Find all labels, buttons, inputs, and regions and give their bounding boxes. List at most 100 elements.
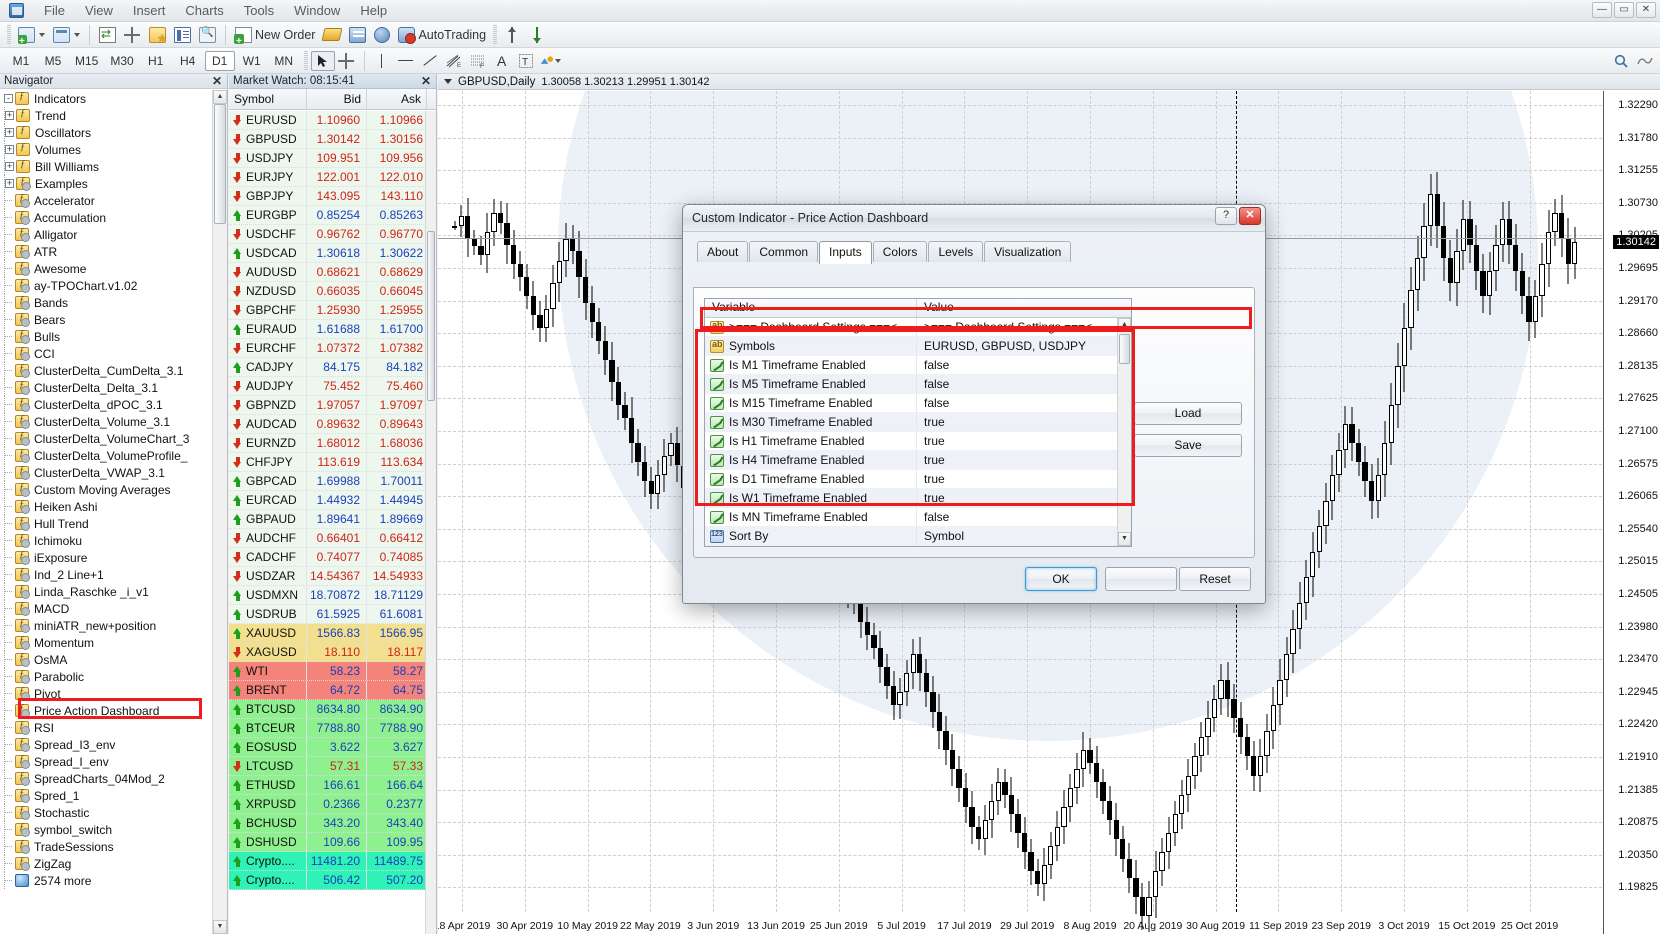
reset-button[interactable]: Reset	[1179, 567, 1251, 591]
grid-scroll-down-arrow[interactable]: ▼	[1118, 532, 1131, 546]
input-row[interactable]: >=== Dashboard Settings ===< >=== Dashboa…	[705, 318, 1117, 337]
strategy-tester-button[interactable]	[195, 24, 220, 46]
mql5-community-button[interactable]	[370, 24, 394, 46]
menu-item-help[interactable]: Help	[350, 1, 397, 20]
navigator-item[interactable]: Ind_2 Line+1	[0, 566, 227, 583]
value-cell[interactable]: true	[917, 434, 1117, 448]
navigator-scrollbar[interactable]: ▲ ▼	[212, 90, 227, 934]
navigator-item[interactable]: ClusterDelta_VolumeChart_3	[0, 430, 227, 447]
navigator-button[interactable]	[145, 24, 170, 46]
dialog-tab-inputs[interactable]: Inputs	[819, 241, 872, 264]
navigator-item[interactable]: Alligator	[0, 226, 227, 243]
market-watch-row[interactable]: Crypto.... 506.42 507.20	[229, 871, 436, 890]
market-watch-row[interactable]: CADCHF 0.74077 0.74085	[229, 548, 436, 567]
dialog-tab-common[interactable]: Common	[749, 241, 819, 262]
value-cell[interactable]: true	[917, 472, 1117, 486]
navigator-item[interactable]: Momentum	[0, 634, 227, 651]
market-watch-row[interactable]: EURNZD 1.68012 1.68036	[229, 434, 436, 453]
market-watch-row[interactable]: EURUSD 1.10960 1.10966	[229, 111, 436, 130]
navigator-item[interactable]: ClusterDelta_VolumeProfile_	[0, 447, 227, 464]
tree-expander[interactable]: +	[5, 128, 14, 137]
value-cell[interactable]: false	[917, 510, 1117, 524]
vertical-line-tool[interactable]	[370, 51, 394, 71]
navigator-item[interactable]: Pivot	[0, 685, 227, 702]
price-axis[interactable]	[1603, 91, 1660, 934]
navigator-item[interactable]: + Volumes	[0, 141, 227, 158]
save-button[interactable]: Save	[1134, 434, 1242, 457]
new-chart-button[interactable]	[14, 24, 49, 47]
market-watch-row[interactable]: XAUUSD 1566.83 1566.95	[229, 624, 436, 643]
market-watch-row[interactable]: BTCUSD 8634.80 8634.90	[229, 700, 436, 719]
zoom-out-button[interactable]	[525, 24, 550, 46]
input-row[interactable]: Is H1 Timeframe Enabled true	[705, 432, 1117, 451]
dialog-tab-colors[interactable]: Colors	[872, 241, 928, 262]
market-watch-close-icon[interactable]: ✕	[421, 74, 431, 88]
navigator-item[interactable]: ay-TPOChart.v1.02	[0, 277, 227, 294]
dialog-help-button[interactable]: ?	[1215, 207, 1237, 225]
menu-item-view[interactable]: View	[75, 1, 123, 20]
new-order-button[interactable]: New Order	[231, 24, 319, 47]
market-watch-row[interactable]: BRENT 64.72 64.75	[229, 681, 436, 700]
market-watch-row[interactable]: EURJPY 122.001 122.010	[229, 168, 436, 187]
market-watch-row[interactable]: GBPJPY 143.095 143.110	[229, 187, 436, 206]
expert-advisors-button[interactable]	[345, 24, 370, 46]
navigator-item[interactable]: ClusterDelta_VWAP_3.1	[0, 464, 227, 481]
timeframe-h1[interactable]: H1	[141, 51, 171, 71]
menu-item-window[interactable]: Window	[284, 1, 350, 20]
market-watch-row[interactable]: BTCEUR 7788.80 7788.90	[229, 719, 436, 738]
market-watch-row[interactable]: BCHUSD 343.20 343.40	[229, 814, 436, 833]
chevron-down-icon[interactable]	[554, 58, 561, 63]
navigator-item[interactable]: Price Action Dashboard	[0, 702, 227, 719]
market-watch-row[interactable]: DSHUSD 109.66 109.95	[229, 833, 436, 852]
grid-scroll-thumb[interactable]	[1119, 334, 1130, 364]
market-watch-row[interactable]: ETHUSD 166.61 166.64	[229, 776, 436, 795]
scroll-up-arrow[interactable]: ▲	[213, 90, 227, 104]
column-header-variable[interactable]: Variable	[705, 299, 917, 317]
tree-expander[interactable]: +	[5, 145, 14, 154]
value-cell[interactable]: false	[917, 377, 1117, 391]
timeframe-m30[interactable]: M30	[105, 51, 138, 71]
navigator-item[interactable]: CCI	[0, 345, 227, 362]
market-watch-row[interactable]: USDCHF 0.96762 0.96770	[229, 225, 436, 244]
market-watch-row[interactable]: AUDCAD 0.89632 0.89643	[229, 415, 436, 434]
market-watch-row[interactable]: NZDUSD 0.66035 0.66045	[229, 282, 436, 301]
navigator-item[interactable]: ZigZag	[0, 855, 227, 872]
input-row[interactable]: Is M5 Timeframe Enabled false	[705, 375, 1117, 394]
market-watch-list[interactable]: EURUSD 1.10960 1.10966 GBPUSD 1.30142 1.30156…	[229, 111, 436, 934]
autotrading-button[interactable]: AutoTrading	[394, 24, 490, 46]
navigator-item[interactable]: Ichimoku	[0, 532, 227, 549]
timeframe-h4[interactable]: H4	[173, 51, 203, 71]
navigator-item[interactable]: symbol_switch	[0, 821, 227, 838]
dialog-close-button[interactable]: ✕	[1239, 207, 1261, 225]
market-watch-row[interactable]: USDCAD 1.30618 1.30622	[229, 244, 436, 263]
column-header-ask[interactable]: Ask	[367, 89, 427, 109]
input-row[interactable]: Is D1 Timeframe Enabled true	[705, 470, 1117, 489]
chevron-down-icon[interactable]	[74, 32, 80, 37]
market-watch-row[interactable]: AUDCHF 0.66401 0.66412	[229, 529, 436, 548]
input-row[interactable]: Is M15 Timeframe Enabled false	[705, 394, 1117, 413]
navigator-item[interactable]: Heiken Ashi	[0, 498, 227, 515]
input-row[interactable]: Is M1 Timeframe Enabled false	[705, 356, 1117, 375]
grid-scroll-up-arrow[interactable]: ▲	[1118, 318, 1131, 332]
navigator-item[interactable]: Awesome	[0, 260, 227, 277]
menu-item-file[interactable]: File	[34, 1, 75, 20]
navigator-tree[interactable]: - Indicators + Trend + Oscillators + Volumes + Bi…	[0, 90, 227, 934]
navigator-close-icon[interactable]: ✕	[212, 74, 222, 88]
navigator-item[interactable]: Spread_I_env	[0, 753, 227, 770]
fibonacci-tool[interactable]: F	[466, 51, 490, 71]
trendline-tool[interactable]	[418, 51, 442, 71]
dialog-tab-about[interactable]: About	[697, 241, 749, 262]
cancel-button[interactable]	[1105, 567, 1177, 591]
navigator-item[interactable]: Accumulation	[0, 209, 227, 226]
navigator-item[interactable]: - Indicators	[0, 90, 227, 107]
dialog-tab-visualization[interactable]: Visualization	[984, 241, 1072, 262]
value-cell[interactable]: false	[917, 358, 1117, 372]
market-watch-row[interactable]: EURCHF 1.07372 1.07382	[229, 339, 436, 358]
timeframe-d1[interactable]: D1	[204, 50, 235, 71]
text-label-tool[interactable]: T	[514, 51, 538, 71]
cursor-tool[interactable]	[310, 50, 335, 71]
timeframe-m15[interactable]: M15	[70, 51, 103, 71]
profiles-button[interactable]	[49, 24, 84, 46]
chevron-down-icon[interactable]	[444, 79, 452, 84]
navigator-item[interactable]: RSI	[0, 719, 227, 736]
